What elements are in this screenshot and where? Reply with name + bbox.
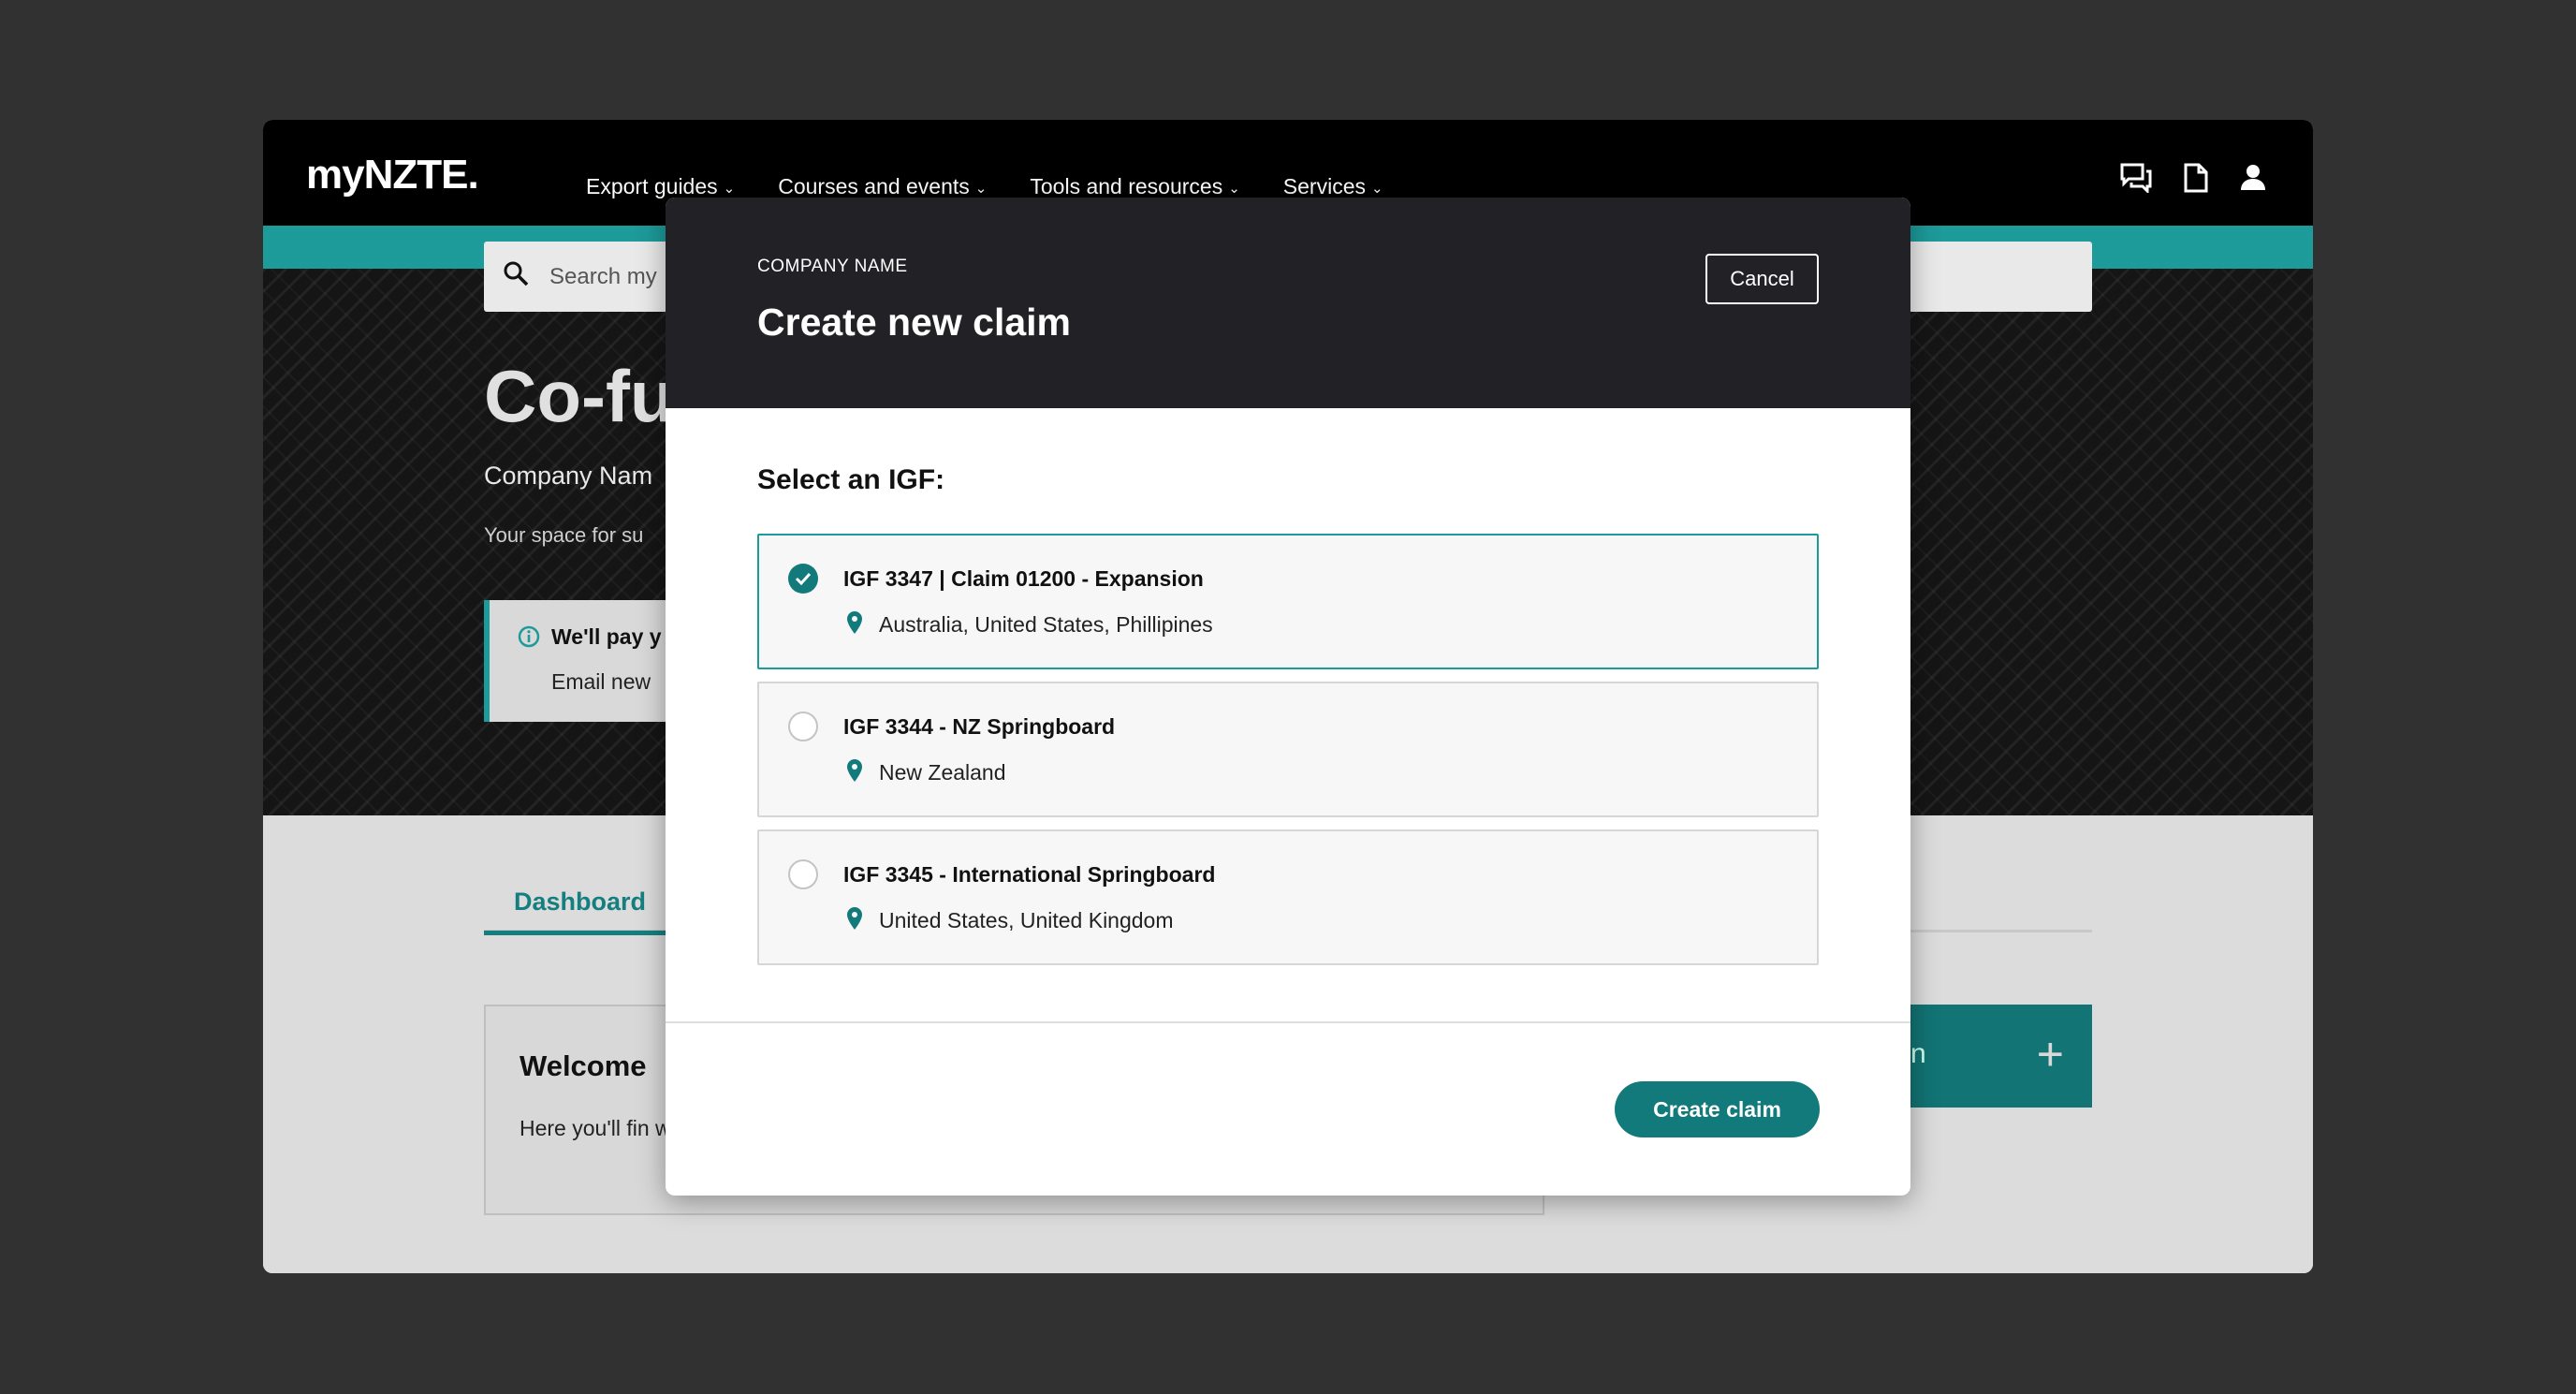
modal-footer-divider — [666, 1021, 1910, 1023]
nav-tools-and-resources[interactable]: Tools and resources ⌄ — [1030, 174, 1239, 199]
igf-option[interactable]: IGF 3344 - NZ Springboard New Zealand — [757, 682, 1819, 817]
nav-courses-and-events[interactable]: Courses and events ⌄ — [778, 174, 987, 199]
igf-option-title: IGF 3345 - International Springboard — [843, 862, 1216, 887]
cancel-button[interactable]: Cancel — [1705, 254, 1819, 304]
igf-option[interactable]: IGF 3345 - International Springboard Uni… — [757, 829, 1819, 965]
page-description: Your space for su — [484, 523, 644, 547]
user-icon[interactable] — [2240, 163, 2266, 193]
igf-option-title: IGF 3347 | Claim 01200 - Expansion — [843, 566, 1204, 591]
nav-label: Tools and resources — [1030, 174, 1223, 198]
igf-option-location: United States, United Kingdom — [879, 908, 1174, 932]
create-claim-modal: COMPANY NAME Create new claim Cancel Sel… — [666, 198, 1910, 1196]
info-title: We'll pay y — [551, 624, 662, 649]
document-icon[interactable] — [2184, 163, 2208, 193]
nav-export-guides[interactable]: Export guides ⌄ — [586, 174, 735, 199]
modal-company-name: COMPANY NAME — [757, 257, 908, 276]
main-menu: Export guides ⌄ Courses and events ⌄ Too… — [586, 174, 1383, 199]
new-claim-action[interactable]: n + — [1910, 1005, 2092, 1108]
nav-services[interactable]: Services ⌄ — [1283, 174, 1383, 199]
nav-label: Courses and events — [778, 174, 970, 198]
igf-option-title: IGF 3344 - NZ Springboard — [843, 714, 1116, 739]
radio-unchecked-icon[interactable] — [788, 859, 818, 889]
igf-option-location: Australia, United States, Phillipines — [879, 612, 1213, 637]
nav-icon-group — [2120, 163, 2266, 193]
modal-header: COMPANY NAME Create new claim Cancel — [666, 198, 1910, 408]
company-name: Company Nam — [484, 462, 653, 490]
logo[interactable]: myNZTE. — [306, 152, 479, 198]
create-claim-button[interactable]: Create claim — [1615, 1081, 1820, 1137]
search-placeholder: Search my — [549, 263, 657, 289]
info-text: Email new — [551, 669, 651, 694]
radio-unchecked-icon[interactable] — [788, 712, 818, 741]
nav-label: Export guides — [586, 174, 718, 198]
welcome-title: Welcome — [520, 1049, 647, 1082]
page-title: Co-fu — [484, 355, 675, 437]
search-icon — [503, 260, 529, 293]
select-igf-label: Select an IGF: — [757, 464, 945, 495]
plus-icon: + — [2036, 1028, 2064, 1080]
tab-dashboard[interactable]: Dashboard — [484, 876, 671, 935]
igf-option-location: New Zealand — [879, 760, 1006, 785]
chevron-down-icon: ⌄ — [1228, 180, 1240, 197]
location-pin-icon — [846, 758, 863, 787]
igf-option[interactable]: IGF 3347 | Claim 01200 - Expansion Austr… — [757, 534, 1819, 669]
location-pin-icon — [846, 610, 863, 639]
location-pin-icon — [846, 906, 863, 935]
action-label: n — [1910, 1038, 1926, 1069]
modal-title: Create new claim — [757, 301, 1071, 344]
chat-icon[interactable] — [2120, 163, 2152, 193]
chevron-down-icon: ⌄ — [1371, 180, 1383, 197]
chevron-down-icon: ⌄ — [974, 180, 988, 197]
chevron-down-icon: ⌄ — [723, 180, 736, 197]
radio-checked-icon[interactable] — [788, 564, 818, 594]
nav-label: Services — [1282, 174, 1366, 198]
info-icon — [518, 625, 540, 653]
